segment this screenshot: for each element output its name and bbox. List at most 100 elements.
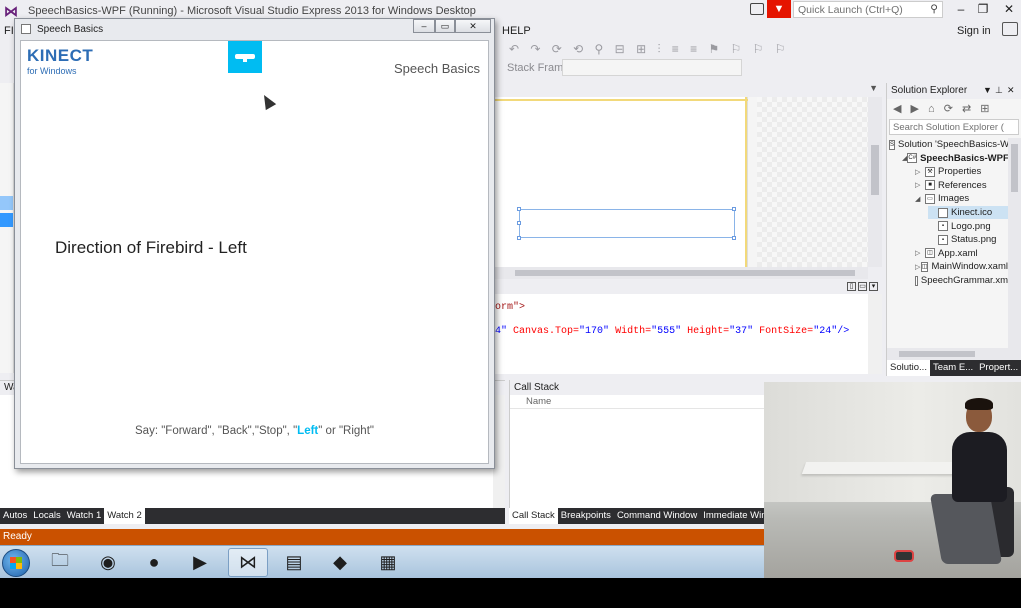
stack-frame-dropdown[interactable] [562, 59, 742, 76]
scroll-thumb[interactable] [871, 145, 879, 195]
call-stack-name-column[interactable]: Name [510, 395, 764, 409]
tree-item[interactable]: ▷ ◫ MainWindow.xaml [915, 260, 1008, 273]
scroll-thumb[interactable] [515, 270, 855, 276]
expand-arrow-icon[interactable]: ▷ [915, 249, 925, 257]
windows-start-icon[interactable] [2, 549, 30, 577]
resize-handle[interactable] [732, 236, 736, 240]
desktop: ⋈ SpeechBasics-WPF (Running) - Microsoft… [0, 0, 1021, 608]
chrome-icon[interactable]: ◉ [88, 548, 128, 577]
expand-arrow-icon[interactable]: ▷ [915, 168, 925, 176]
minimize-icon[interactable]: – [950, 1, 972, 19]
tree-item[interactable]: SpeechGrammar.xm [915, 274, 1008, 287]
app-title-bar: Speech Basics – ▭ ✕ [15, 19, 494, 40]
firefox-icon[interactable]: ● [134, 548, 174, 577]
xaml-editor[interactable]: orm"> 4" Canvas.Top="170" Width="555" He… [495, 294, 868, 374]
kinect-logo-text: KINECT [27, 46, 94, 65]
designer-vertical-scrollbar[interactable] [868, 97, 882, 267]
solution-horizontal-scrollbar[interactable] [887, 348, 1021, 360]
minimize-icon[interactable]: – [413, 19, 435, 33]
vs-window-title: SpeechBasics-WPF (Running) - Microsoft V… [28, 5, 476, 17]
resize-handle[interactable] [732, 207, 736, 211]
tab-properties[interactable]: Propert... [976, 360, 1021, 376]
solution-explorer-tabs: Solutio... Team E... Propert... [887, 360, 1021, 376]
tree-item[interactable]: ▷ ◫ App.xaml [915, 247, 1008, 260]
windows-taskbar: 🗀 ◉ ● ▶ ⋈ ▤ ◆ ▦ [0, 545, 764, 578]
quick-launch-input[interactable]: Quick Launch (Ctrl+Q) ⚲ [793, 1, 943, 18]
kinect-tool-icon[interactable]: ◆ [320, 548, 360, 577]
solution-search-placeholder: Search Solution Explorer ( [893, 122, 1004, 133]
split-horizontal-icon[interactable]: ▭ [858, 282, 867, 291]
tree-item[interactable]: ▷ ■ References [915, 179, 1008, 192]
xaml-designer[interactable] [495, 97, 868, 267]
direction-text: Direction of Firebird - Left [55, 238, 247, 257]
expand-arrow-icon[interactable]: ◢ [915, 195, 925, 203]
speech-basics-window: Speech Basics – ▭ ✕ KINECT for Windows S… [14, 18, 495, 469]
tree-item[interactable]: ▪ Logo.png [928, 220, 1008, 233]
close-icon[interactable]: ✕ [455, 19, 491, 33]
pdf-icon[interactable]: ▤ [274, 548, 314, 577]
tree-item[interactable]: Kinect.ico [928, 206, 1008, 219]
close-icon[interactable]: ✕ [1007, 85, 1015, 96]
restore-icon[interactable]: ❐ [972, 1, 994, 19]
pin-icon[interactable]: ⊥ [995, 85, 1003, 96]
file-icon [938, 207, 948, 218]
quick-launch-placeholder: Quick Launch (Ctrl+Q) [798, 4, 903, 16]
tab-watch-1[interactable]: Watch 1 [64, 508, 105, 524]
scroll-thumb[interactable] [1011, 144, 1018, 192]
tree-item[interactable]: S Solution 'SpeechBasics-WI [889, 138, 1008, 151]
maximize-icon[interactable]: ▭ [435, 19, 455, 33]
xaml-line: 4" Canvas.Top="170" Width="555" Height="… [495, 326, 850, 337]
menu-help[interactable]: HELP [502, 25, 531, 37]
profile-icon[interactable] [1002, 22, 1018, 36]
debug-toolbar[interactable]: ↶ ↷ ⟳ ⟲ ⚲ ⊟ ⊞ ⫶ ≡ ≡ ⚑ ⚐ ⚐ ⚐ [495, 40, 885, 60]
call-stack-panel: Call Stack Name [509, 380, 764, 508]
sign-in-link[interactable]: Sign in [957, 25, 991, 37]
tab-call-stack[interactable]: Call Stack [509, 508, 558, 524]
tab-team-explorer[interactable]: Team E... [930, 360, 976, 376]
tree-item-label: SpeechBasics-WPF [920, 152, 1008, 164]
tree-item[interactable]: ◢ C# SpeechBasics-WPF [902, 152, 1008, 165]
design-canvas[interactable] [495, 97, 748, 267]
designer-tab-strip: ▼ [495, 83, 882, 97]
tree-item-label: Images [938, 193, 970, 205]
tree-item[interactable]: ▷ ⚒ Properties [915, 165, 1008, 178]
tab-command-window[interactable]: Command Window [614, 508, 700, 524]
chevron-down-icon[interactable]: ▼ [983, 85, 992, 95]
kinect-logo-subtext: for Windows [27, 66, 77, 76]
visual-studio-icon[interactable]: ⋈ [228, 548, 268, 577]
left-tool-strip [0, 83, 14, 373]
left-strip-marker [0, 196, 13, 210]
tree-item[interactable]: ◢ ▭ Images [915, 192, 1008, 205]
resize-handle[interactable] [517, 207, 521, 211]
notifications-icon[interactable] [750, 3, 764, 15]
tab-autos[interactable]: Autos [0, 508, 30, 524]
split-vertical-icon[interactable]: ▯ [847, 282, 856, 291]
tab-solution-explorer[interactable]: Solutio... [887, 360, 930, 376]
file-icon [915, 275, 918, 286]
file-explorer-icon[interactable]: 🗀 [40, 548, 80, 577]
tab-dropdown-icon[interactable]: ▼ [869, 83, 878, 93]
media-player-icon[interactable]: ▶ [180, 548, 220, 577]
collapse-pane-icon[interactable]: ▾ [869, 282, 878, 291]
resize-handle[interactable] [517, 236, 521, 240]
xaml-line: orm"> [495, 302, 526, 313]
tab-immediate-window[interactable]: Immediate Winc [700, 508, 764, 524]
tab-locals[interactable]: Locals [30, 508, 63, 524]
camera-person-hair [965, 398, 993, 410]
resize-handle[interactable] [517, 221, 521, 225]
xaml-vertical-scrollbar[interactable] [868, 294, 882, 374]
app-client-area: KINECT for Windows Speech Basics Directi… [20, 40, 489, 464]
solution-search-input[interactable]: Search Solution Explorer ( [889, 119, 1019, 135]
document-icon[interactable]: ▦ [368, 548, 408, 577]
feedback-filter-icon[interactable]: ▼ [767, 0, 791, 18]
tree-item[interactable]: ▪ Status.png [928, 233, 1008, 246]
solution-vertical-scrollbar[interactable] [1008, 138, 1021, 348]
tab-breakpoints[interactable]: Breakpoints [558, 508, 614, 524]
tab-watch-2[interactable]: Watch 2 [104, 508, 145, 524]
expand-arrow-icon[interactable]: ▷ [915, 181, 925, 189]
scroll-thumb[interactable] [899, 351, 975, 357]
close-icon[interactable]: ✕ [998, 1, 1020, 19]
designer-horizontal-scrollbar[interactable] [495, 267, 868, 279]
solution-explorer-toolbar[interactable]: ◀ ▶ ⌂ ⟳ ⇄ ⊞ [887, 99, 1021, 119]
selected-textblock-outline[interactable] [519, 209, 735, 238]
